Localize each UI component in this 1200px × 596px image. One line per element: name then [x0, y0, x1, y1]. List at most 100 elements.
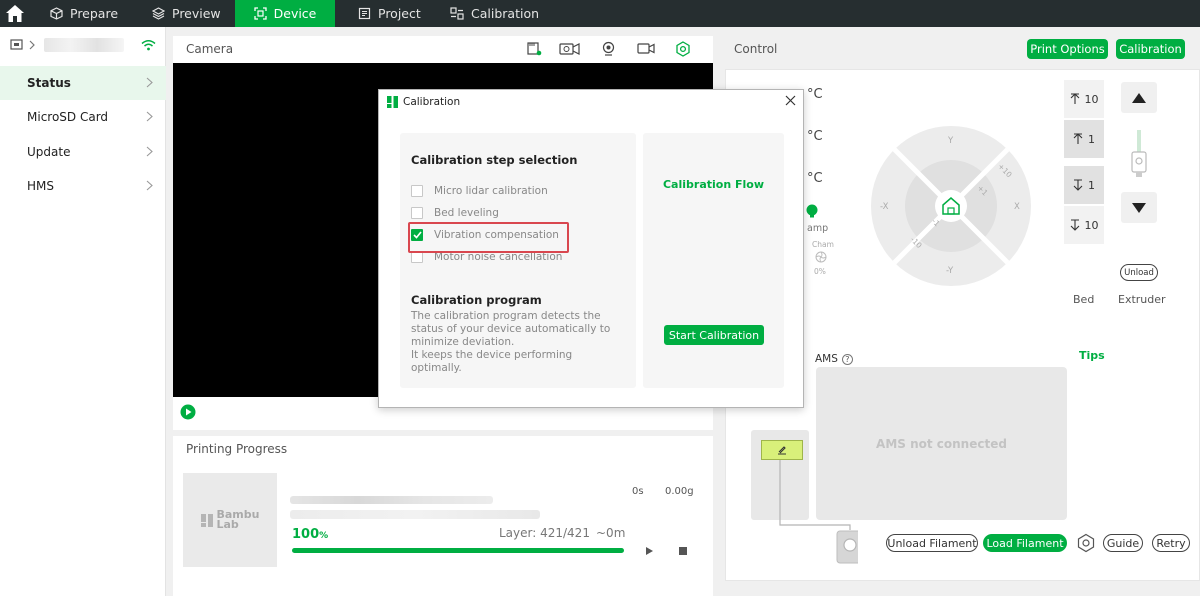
- elapsed-time: 0s: [632, 486, 644, 497]
- nozzle-temp-unit: °C: [807, 87, 823, 102]
- step-selection-title: Calibration step selection: [411, 153, 578, 167]
- program-desc-line: The calibration program detects the stat…: [411, 310, 611, 348]
- progress-bar: [292, 548, 624, 553]
- control-title: Control: [734, 42, 778, 56]
- sd-card-icon[interactable]: [526, 41, 542, 56]
- project-icon: [358, 7, 371, 20]
- bed-down-1-button[interactable]: 1: [1064, 166, 1104, 204]
- settings-icon[interactable]: [1076, 533, 1096, 553]
- tab-project[interactable]: Project: [358, 0, 421, 27]
- sidebar-item-label: Update: [27, 145, 71, 159]
- remaining-time: ~0m: [596, 526, 626, 540]
- device-name-redacted: [44, 38, 124, 52]
- bed-temp-unit: °C: [807, 129, 823, 144]
- jog-y-plus: Y: [948, 136, 954, 146]
- highlight-box: [408, 222, 569, 253]
- ams-label: AMS: [815, 353, 838, 365]
- tips-link[interactable]: Tips: [1079, 349, 1105, 362]
- device-selector[interactable]: [10, 35, 156, 55]
- retry-button[interactable]: Retry: [1152, 534, 1190, 552]
- play-icon[interactable]: [644, 546, 654, 556]
- bed-step-label: 1: [1088, 178, 1095, 192]
- sidebar-item-label: Status: [27, 76, 71, 90]
- logo-text: Lab: [216, 518, 239, 531]
- jog-y-minus: -Y: [946, 266, 954, 276]
- tab-label: Prepare: [70, 6, 119, 21]
- bed-up-1-button[interactable]: 1: [1064, 120, 1104, 158]
- ams-header: AMS ?: [815, 353, 853, 365]
- percent-value: 100: [292, 527, 320, 542]
- calibration-button[interactable]: Calibration: [1116, 39, 1185, 59]
- flow-title: Calibration Flow: [662, 178, 764, 191]
- step-bed-leveling[interactable]: Bed leveling: [411, 207, 499, 219]
- bed-step-label: 1: [1088, 132, 1095, 146]
- guide-button[interactable]: Guide: [1103, 534, 1143, 552]
- tab-label: Preview: [172, 6, 221, 21]
- dialog-title: Calibration: [403, 96, 461, 108]
- extruder-unload-button[interactable]: Unload: [1120, 264, 1158, 281]
- jog-control[interactable]: Y -Y X -X +10 +1 -1 -10: [871, 126, 1031, 286]
- tab-label: Project: [378, 6, 421, 21]
- sidebar-item-hms[interactable]: HMS: [0, 169, 166, 203]
- filament-weight: 0.00g: [665, 486, 694, 497]
- stop-icon[interactable]: [678, 546, 688, 556]
- lamp-label: amp: [807, 223, 829, 234]
- tab-label: Device: [273, 6, 317, 21]
- lamp-icon[interactable]: [805, 204, 819, 218]
- chamber-temp-unit: °C: [807, 171, 823, 186]
- chevron-right-icon: [146, 146, 153, 157]
- jog-x-minus: -X: [880, 202, 889, 212]
- tab-device[interactable]: Device: [235, 0, 335, 27]
- settings-icon[interactable]: [675, 41, 691, 57]
- bed-up-10-button[interactable]: 10: [1064, 80, 1104, 118]
- webcam-icon[interactable]: [601, 41, 616, 56]
- triangle-down-icon: [1132, 202, 1146, 213]
- home-icon[interactable]: [5, 4, 25, 23]
- tab-label: Calibration: [471, 6, 540, 21]
- filament-path: [779, 460, 858, 564]
- fan-icon[interactable]: [815, 251, 827, 263]
- unload-filament-button[interactable]: Unload Filament: [886, 534, 978, 552]
- step-micro-lidar[interactable]: Micro lidar calibration: [411, 185, 548, 197]
- bed-label: Bed: [1073, 293, 1095, 306]
- top-nav-bar: Prepare Preview Device Project Calibrati…: [0, 0, 1200, 27]
- calibration-dialog: Calibration Calibration step selection M…: [378, 89, 804, 408]
- sidebar-item-label: MicroSD Card: [27, 110, 109, 124]
- timelapse-icon[interactable]: [559, 41, 581, 56]
- extruder-down-button[interactable]: [1121, 192, 1157, 223]
- device-icon: [253, 7, 267, 20]
- sidebar-item-label: HMS: [27, 179, 54, 193]
- step-selection-panel: Calibration step selection Micro lidar c…: [400, 133, 636, 388]
- tab-prepare[interactable]: Prepare: [50, 0, 118, 27]
- arrow-up-icon: [1070, 93, 1079, 104]
- load-filament-button[interactable]: Load Filament: [983, 534, 1067, 552]
- start-calibration-button[interactable]: Start Calibration: [664, 325, 764, 345]
- tab-preview[interactable]: Preview: [152, 0, 221, 27]
- checkbox[interactable]: [411, 185, 423, 197]
- print-options-button[interactable]: Print Options: [1027, 39, 1108, 59]
- layer-counter: Layer: 421/421: [499, 526, 590, 540]
- jog-x-plus: X: [1014, 202, 1020, 212]
- checkbox[interactable]: [411, 207, 423, 219]
- chamber-label: Cham: [812, 240, 834, 249]
- sidebar-item-status[interactable]: Status: [0, 66, 166, 100]
- extruder-icon: [1131, 130, 1147, 177]
- calibration-flow-panel: Calibration Flow Start Calibration: [643, 133, 784, 388]
- close-icon[interactable]: [785, 95, 796, 106]
- bed-down-10-button[interactable]: 10: [1064, 206, 1104, 244]
- sidebar-item-update[interactable]: Update: [0, 135, 166, 169]
- arrow-down-icon: [1073, 179, 1083, 191]
- play-icon[interactable]: [180, 404, 196, 420]
- video-camera-icon[interactable]: [637, 41, 655, 56]
- step-label: Bed leveling: [434, 207, 499, 219]
- step-label: Micro lidar calibration: [434, 185, 548, 197]
- extruder-up-button[interactable]: [1121, 82, 1157, 113]
- printing-progress-panel: Printing Progress Bambu Lab 0s 0.00g 100%…: [173, 436, 713, 596]
- wifi-icon: [141, 40, 156, 51]
- sidebar-item-microsd[interactable]: MicroSD Card: [0, 100, 166, 134]
- help-icon[interactable]: ?: [841, 353, 853, 365]
- layers-icon: [152, 7, 165, 20]
- external-spool-slot[interactable]: [761, 440, 803, 460]
- tab-calibration[interactable]: Calibration: [450, 0, 539, 27]
- chevron-right-icon: [146, 77, 153, 88]
